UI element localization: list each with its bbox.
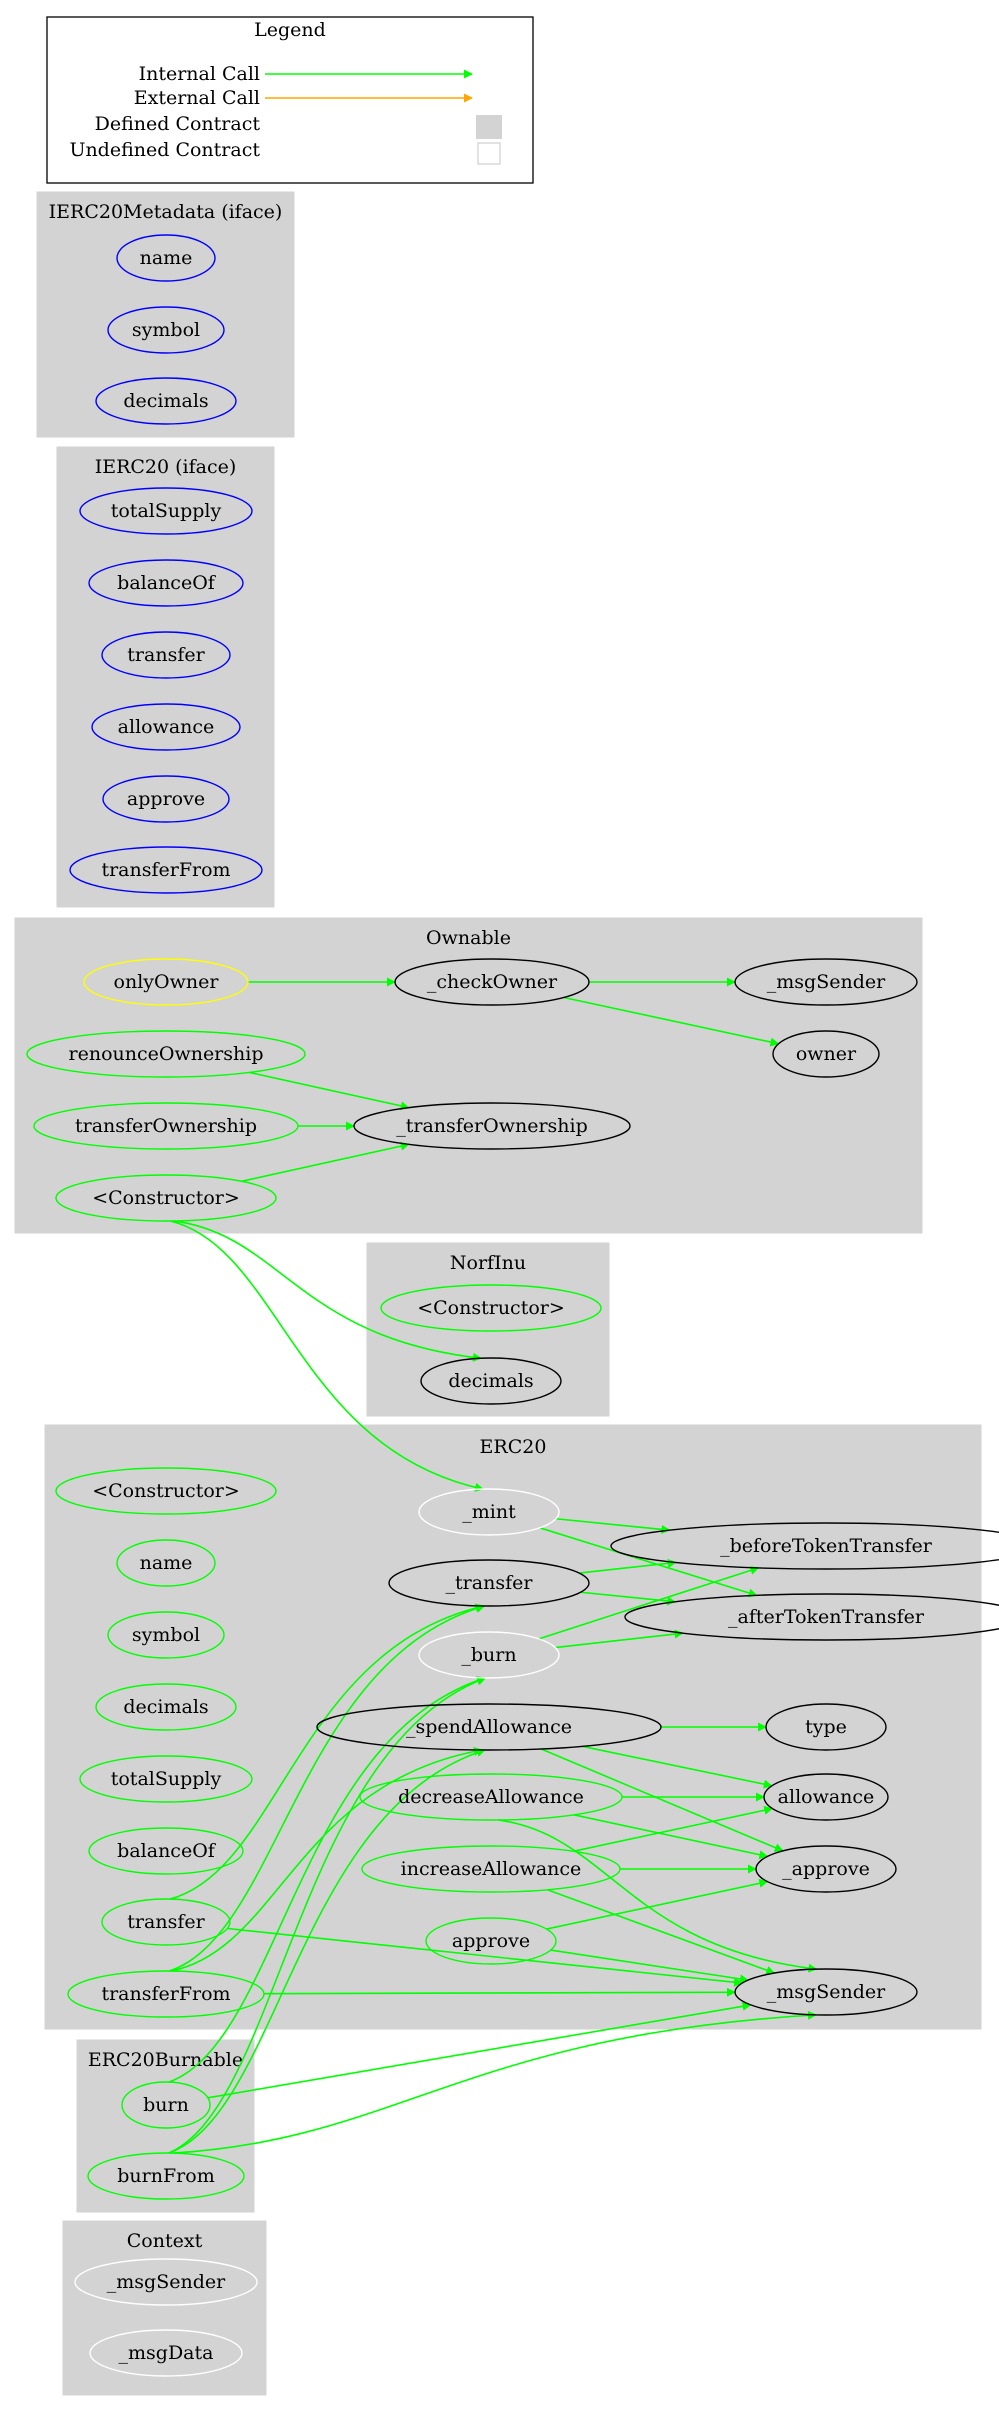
cluster-background (14, 917, 923, 1234)
node-label: symbol (132, 319, 200, 341)
node-label: transferFrom (101, 859, 230, 881)
node-label: _msgSender (107, 2271, 226, 2293)
edge-b-burnfrom-to-e-msgsender (173, 2010, 817, 2154)
node-label: decimals (123, 1696, 208, 1718)
call-graph: Legend Internal Call External Call Defin… (14, 16, 999, 2396)
node-label: transferOwnership (75, 1115, 257, 1137)
node-label: burn (143, 2094, 189, 2116)
cluster-title: IERC20Metadata (iface) (49, 201, 283, 223)
node-label: _burn (461, 1644, 516, 1666)
node-label: allowance (778, 1786, 875, 1808)
node-label: transfer (127, 1911, 205, 1933)
node-label: balanceOf (117, 572, 217, 594)
node-label: approve (127, 788, 205, 810)
node-label: increaseAllowance (401, 1858, 582, 1880)
legend-undefined-contract-swatch (477, 142, 501, 165)
legend-label-defined-contract: Defined Contract (95, 113, 261, 135)
cluster-title: ERC20 (480, 1436, 547, 1458)
node-label: balanceOf (117, 1840, 217, 1862)
node-label: _checkOwner (427, 971, 558, 993)
legend-label-undefined-contract: Undefined Contract (69, 139, 260, 161)
cluster-title: Ownable (426, 927, 511, 949)
node-label: _approve (782, 1858, 870, 1880)
cluster-title: ERC20Burnable (88, 2049, 243, 2071)
node-label: _msgSender (767, 971, 886, 993)
node-label: <Constructor> (92, 1187, 240, 1209)
node-label: transfer (127, 644, 205, 666)
node-label: _msgSender (767, 1981, 886, 2003)
node-label: totalSupply (111, 500, 222, 522)
legend-title: Legend (254, 19, 326, 41)
node-label: onlyOwner (114, 971, 220, 993)
node-label: type (805, 1716, 847, 1738)
node-label: owner (796, 1043, 857, 1065)
node-label: approve (452, 1930, 530, 1952)
node-label: <Constructor> (92, 1480, 240, 1502)
node-label: _mint (462, 1501, 516, 1523)
node-label: decreaseAllowance (398, 1786, 584, 1808)
node-label: _transfer (446, 1572, 534, 1594)
legend: Legend Internal Call External Call Defin… (46, 16, 534, 184)
node-label: name (140, 1552, 193, 1574)
node-label: _transferOwnership (396, 1115, 588, 1137)
node-label: name (140, 247, 193, 269)
node-label: <Constructor> (417, 1297, 565, 1319)
cluster-title: Context (127, 2230, 203, 2252)
cluster-context: Context (62, 2220, 267, 2396)
node-label: totalSupply (111, 1768, 222, 1790)
cluster-ownable: Ownable (14, 917, 923, 1234)
node-label: symbol (132, 1624, 200, 1646)
legend-label-external-call: External Call (134, 87, 260, 109)
node-label: allowance (118, 716, 215, 738)
cluster-title: IERC20 (iface) (95, 456, 237, 478)
legend-label-internal-call: Internal Call (139, 63, 260, 85)
node-label: _beforeTokenTransfer (720, 1535, 933, 1557)
legend-defined-contract-swatch (476, 115, 502, 139)
node-label: transferFrom (101, 1983, 230, 2005)
node-label: _msgData (119, 2342, 214, 2364)
node-label: decimals (123, 390, 208, 412)
node-label: decimals (448, 1370, 533, 1392)
node-label: _afterTokenTransfer (728, 1606, 925, 1628)
node-label: _spendAllowance (406, 1716, 572, 1738)
node-label: renounceOwnership (69, 1043, 264, 1065)
node-label: burnFrom (117, 2165, 214, 2187)
cluster-title: NorfInu (450, 1252, 526, 1274)
